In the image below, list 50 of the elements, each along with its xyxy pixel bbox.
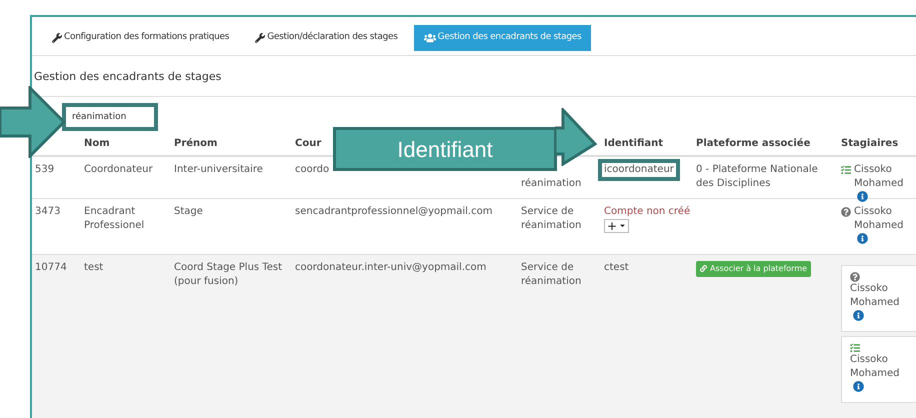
table-cell: Inter-universitaire bbox=[174, 164, 263, 174]
trainee-name: Cissoko Mohamed bbox=[854, 162, 915, 206]
column-header: Plateforme associée bbox=[696, 138, 810, 149]
wrench-icon bbox=[255, 33, 266, 43]
checklist-icon bbox=[850, 342, 860, 352]
trainee-name: Cissoko Mohamed bbox=[854, 204, 915, 248]
table-cell: 0 - Plateforme Nationale des Disciplines bbox=[696, 164, 818, 188]
column-header: Nom bbox=[84, 138, 110, 149]
wrench-icon bbox=[52, 33, 62, 43]
table-cell: Coord Stage Plus Test (pour fusion) bbox=[174, 262, 282, 286]
search-field[interactable]: réanimation bbox=[62, 102, 158, 130]
link-icon bbox=[700, 265, 707, 272]
arrow-icon bbox=[555, 108, 597, 166]
question-icon bbox=[850, 272, 860, 282]
caret-icon bbox=[619, 222, 626, 229]
checklist-icon bbox=[841, 164, 851, 174]
table-cell: 10774 bbox=[35, 262, 67, 272]
table-cell: sencadrantprofessionnel@yopmail.com bbox=[295, 206, 492, 216]
info-icon[interactable] bbox=[853, 380, 864, 392]
callout-label: Identifiant bbox=[333, 127, 557, 171]
table-cell: 3473 bbox=[35, 206, 60, 216]
arrow-icon bbox=[0, 86, 66, 158]
table-cell-text: ctest bbox=[603, 260, 630, 274]
table-cell: coordo bbox=[295, 164, 330, 174]
question-icon bbox=[841, 206, 851, 216]
table-cell: coordonateur.inter-univ@yopmail.com bbox=[295, 262, 486, 272]
table-cell: réanimation bbox=[521, 178, 582, 188]
table-cell: Coordonateur bbox=[84, 164, 153, 174]
column-header: Stagiaires bbox=[841, 138, 898, 149]
trainee-name: Cissoko Mohamed bbox=[850, 282, 900, 310]
tab[interactable]: Configuration des formations pratiques bbox=[42, 25, 240, 51]
add-dropdown-button[interactable]: + bbox=[604, 218, 630, 232]
info-icon[interactable] bbox=[857, 190, 868, 202]
section-heading: Gestion des encadrants de stages bbox=[32, 56, 916, 96]
column-header: Identifiant bbox=[604, 138, 664, 149]
users-icon bbox=[424, 32, 436, 44]
account-status: Compte non créé bbox=[604, 204, 690, 218]
table-cell: icoordonateur bbox=[598, 158, 680, 180]
trainee-name: Cissoko Mohamed bbox=[850, 352, 900, 380]
table-cell: Stage bbox=[174, 206, 203, 216]
table-cell: test bbox=[84, 262, 104, 272]
table-cell: 539 bbox=[35, 164, 54, 174]
column-header: Prénom bbox=[174, 138, 218, 149]
table-cell: Service de réanimation bbox=[521, 206, 582, 230]
info-icon[interactable] bbox=[853, 310, 864, 320]
tab[interactable]: Gestion/déclaration des stages bbox=[245, 25, 408, 51]
table-cell: Service de réanimation bbox=[521, 262, 582, 286]
column-header: Cour bbox=[295, 138, 322, 149]
table-cell: Encadrant Professionel bbox=[84, 206, 144, 230]
info-icon[interactable] bbox=[857, 232, 868, 244]
